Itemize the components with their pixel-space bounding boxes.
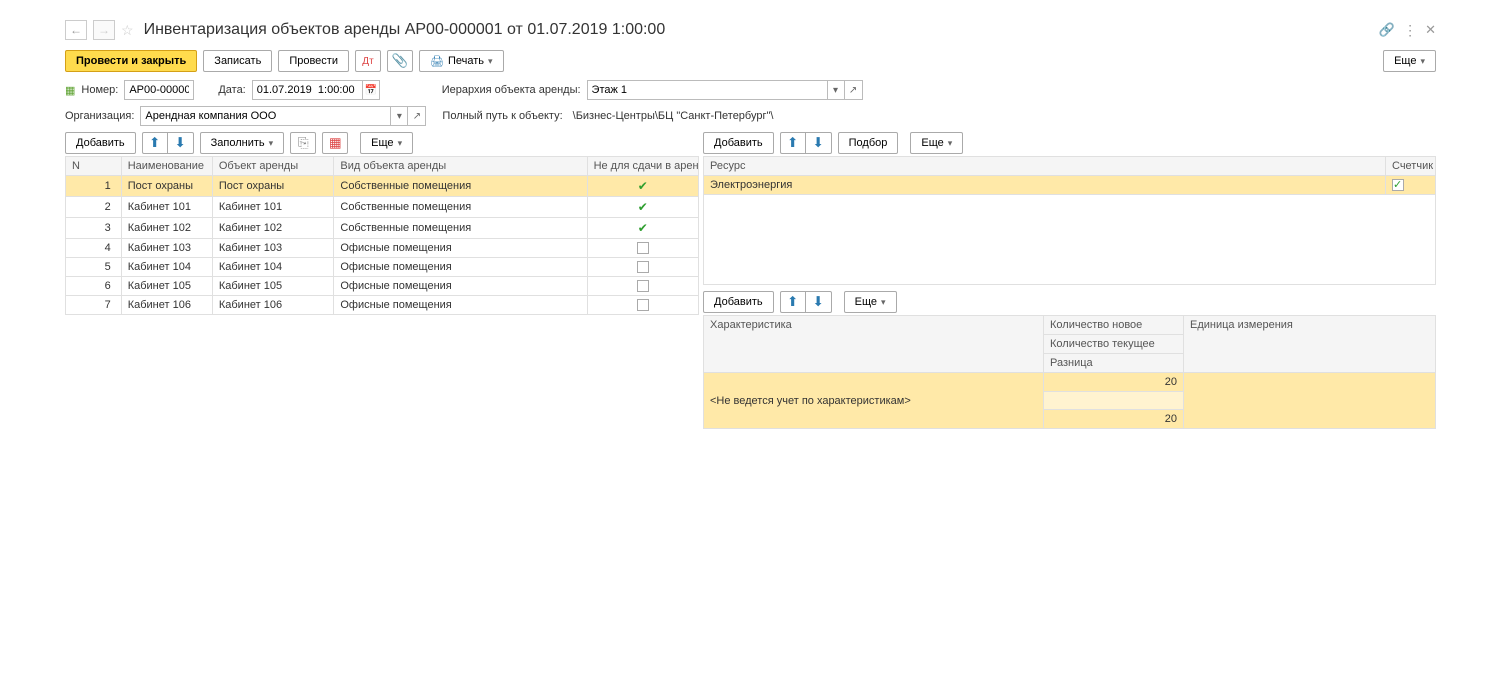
close-icon[interactable]: ✕ [1425, 22, 1436, 38]
check-icon: ✔ [594, 179, 692, 193]
org-open-icon[interactable]: ↗ [408, 106, 426, 126]
org-label: Организация: [65, 110, 134, 122]
resource-empty-row [704, 195, 1436, 285]
more-button[interactable]: Еще [1383, 50, 1436, 72]
fullpath-label: Полный путь к объекту: [442, 110, 562, 122]
link-icon[interactable]: 🔗 [1379, 22, 1395, 38]
norent-checkbox[interactable] [637, 261, 649, 273]
table-row[interactable]: 6Кабинет 105Кабинет 105Офисные помещения [66, 277, 699, 296]
document-icon: ▦ [65, 84, 75, 97]
char-move-up-button[interactable]: ⬆ [780, 291, 806, 313]
col-qty-cur[interactable]: Количество текущее [1044, 335, 1184, 354]
table-row[interactable]: 3Кабинет 102Кабинет 102Собственные помещ… [66, 218, 699, 239]
check-icon: ✔ [594, 221, 692, 235]
post-button[interactable]: Провести [278, 50, 349, 72]
resource-move-down-button[interactable]: ⬇ [806, 132, 832, 154]
hierarchy-dropdown-icon[interactable]: ▾ [827, 80, 845, 100]
kebab-menu-icon[interactable]: ⋮ [1403, 22, 1417, 39]
char-more-button[interactable]: Еще [844, 291, 897, 313]
char-add-button[interactable]: Добавить [703, 291, 774, 313]
fullpath-value: \Бизнес-Центры\БЦ "Санкт-Петербург"\ [569, 110, 774, 122]
objects-table[interactable]: N Наименование Объект аренды Вид объекта… [65, 156, 699, 315]
table-row[interactable]: 7Кабинет 106Кабинет 106Офисные помещения [66, 296, 699, 315]
col-meter[interactable]: Счетчик [1386, 157, 1436, 176]
page-title: Инвентаризация объектов аренды АР00-0000… [144, 21, 666, 39]
col-type[interactable]: Вид объекта аренды [334, 157, 587, 176]
col-name[interactable]: Наименование [121, 157, 212, 176]
check-icon: ✔ [594, 200, 692, 214]
left-move-up-button[interactable]: ⬆ [142, 132, 168, 154]
org-dropdown-icon[interactable]: ▾ [390, 106, 408, 126]
left-extra-icon[interactable]: ▦ [322, 132, 348, 154]
characteristics-table[interactable]: Характеристика Количество новое Единица … [703, 315, 1436, 429]
nav-back-button[interactable]: ← [65, 20, 87, 40]
norent-checkbox[interactable] [637, 299, 649, 311]
date-input[interactable] [252, 80, 362, 100]
norent-checkbox[interactable] [637, 242, 649, 254]
char-move-down-button[interactable]: ⬇ [806, 291, 832, 313]
calendar-icon[interactable]: 📅 [362, 80, 380, 100]
col-char[interactable]: Характеристика [704, 316, 1044, 373]
table-row[interactable]: 1Пост охраныПост охраныСобственные помещ… [66, 176, 699, 197]
left-fill-button[interactable]: Заполнить [200, 132, 285, 154]
print-button[interactable]: 🖨Печать [419, 50, 504, 72]
left-copy-icon[interactable]: ⎘ [290, 132, 316, 154]
nav-forward-button[interactable]: → [93, 20, 115, 40]
col-norent[interactable]: Не для сдачи в аренду [587, 157, 698, 176]
attach-icon[interactable]: 📎 [387, 50, 413, 72]
resource-table[interactable]: Ресурс Счетчик Электроэнергия [703, 156, 1436, 285]
col-resource[interactable]: Ресурс [704, 157, 1386, 176]
table-row[interactable]: 5Кабинет 104Кабинет 104Офисные помещения [66, 258, 699, 277]
char-row[interactable]: <Не ведется учет по характеристикам> 20 [704, 373, 1436, 392]
col-unit[interactable]: Единица измерения [1184, 316, 1436, 373]
norent-checkbox[interactable] [637, 280, 649, 292]
col-n[interactable]: N [66, 157, 122, 176]
save-button[interactable]: Записать [203, 50, 272, 72]
col-diff[interactable]: Разница [1044, 354, 1184, 373]
date-label: Дата: [218, 84, 245, 96]
table-row[interactable]: 4Кабинет 103Кабинет 103Офисные помещения [66, 239, 699, 258]
number-label: Номер: [81, 84, 118, 96]
number-input[interactable] [124, 80, 194, 100]
col-object[interactable]: Объект аренды [212, 157, 334, 176]
post-and-close-button[interactable]: Провести и закрыть [65, 50, 197, 72]
org-input[interactable] [140, 106, 390, 126]
resource-pick-button[interactable]: Подбор [838, 132, 899, 154]
resource-row[interactable]: Электроэнергия [704, 176, 1436, 195]
resource-more-button[interactable]: Еще [910, 132, 963, 154]
col-qty-new[interactable]: Количество новое [1044, 316, 1184, 335]
left-more-button[interactable]: Еще [360, 132, 413, 154]
meter-checkbox[interactable] [1392, 179, 1404, 191]
left-move-down-button[interactable]: ⬇ [168, 132, 194, 154]
favorite-star-icon[interactable]: ☆ [121, 22, 134, 39]
hierarchy-input[interactable] [587, 80, 827, 100]
table-row[interactable]: 2Кабинет 101Кабинет 101Собственные помещ… [66, 197, 699, 218]
hierarchy-open-icon[interactable]: ↗ [845, 80, 863, 100]
resource-move-up-button[interactable]: ⬆ [780, 132, 806, 154]
movements-icon[interactable]: Дт [355, 50, 381, 72]
hierarchy-label: Иерархия объекта аренды: [442, 84, 581, 96]
resource-add-button[interactable]: Добавить [703, 132, 774, 154]
left-add-button[interactable]: Добавить [65, 132, 136, 154]
